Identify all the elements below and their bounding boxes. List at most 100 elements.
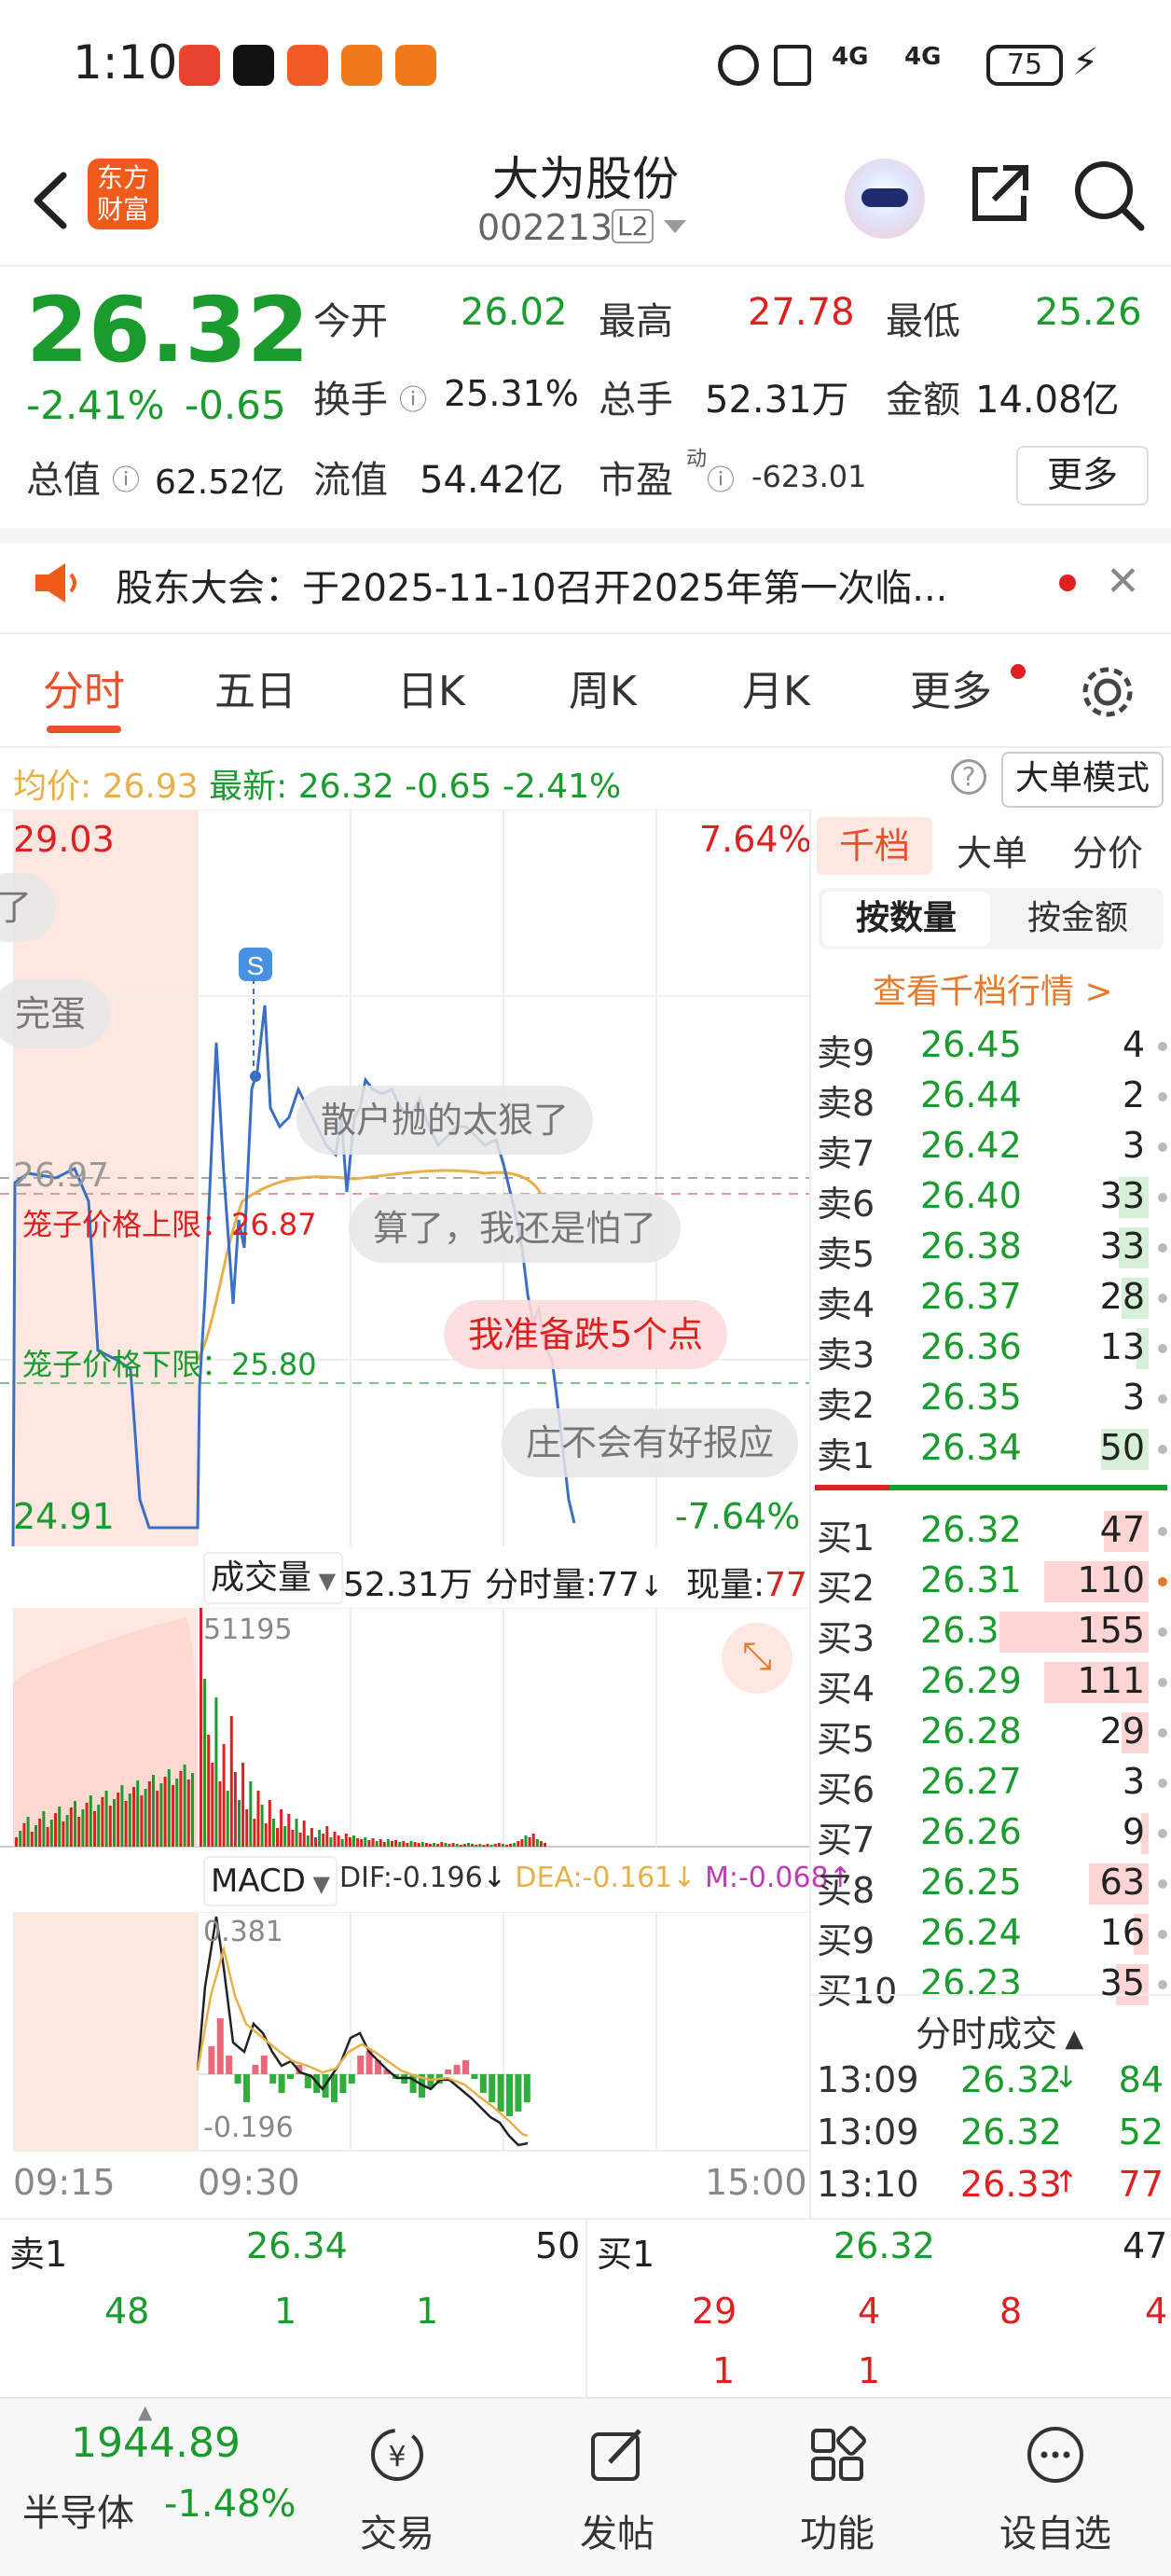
ask-level-row[interactable]: 卖3 26.36 13 [813,1323,1167,1376]
ask-level-row[interactable]: 卖7 26.42 3 [813,1121,1167,1174]
signal1-icon: 4G [832,43,869,71]
macd-bar [515,2074,522,2112]
info-icon[interactable]: ⓘ [399,377,427,418]
big-order-mode-button[interactable]: 大单模式 [1001,752,1164,808]
danmu-comment[interactable]: 散户抛的太狠了 [296,1086,594,1155]
tab-daily-k[interactable]: 日K [397,658,465,717]
ask-level-row[interactable]: 卖4 26.37 28 [813,1272,1167,1325]
notice-text[interactable]: 股东大会：于2025-11-10召开2025年第一次临... [116,558,947,612]
level1-buy-vol: 47 [1123,2225,1168,2266]
volume-chart[interactable] [0,1608,811,1850]
ask-level-row[interactable]: 卖8 26.44 2 [813,1071,1167,1124]
index-change[interactable]: -1.48% [164,2483,296,2526]
volume-bar [462,1844,466,1847]
more-button[interactable]: 更多 [1016,446,1149,506]
ask-level-row[interactable]: 卖9 26.45 4 [813,1020,1167,1073]
ask-level-label: 卖9 [817,1032,875,1073]
bid-level-row[interactable]: 买2 26.31 110 [813,1556,1167,1609]
volume-bar [62,1821,65,1847]
settings-button[interactable] [1080,664,1136,724]
bid-level-row[interactable]: 买5 26.28 29 [813,1707,1167,1760]
volume-bar [81,1809,85,1847]
volume-selector[interactable]: 成交量 ▼ [203,1552,344,1604]
tab-five-day[interactable]: 五日 [214,658,296,717]
level1-buy-price: 26.32 [833,2225,935,2266]
buy-queue-order: 1 [858,2350,881,2391]
danmu-comment[interactable]: 完蛋 [0,979,111,1048]
tab-price-distribution[interactable]: 分价 [1072,824,1143,876]
bid-level-row[interactable]: 买10 26.23 35 [813,1959,1167,2012]
tick-trades-title[interactable]: 分时成交 ▲ [916,2005,1083,2057]
share-button[interactable] [966,160,1033,231]
nav-trade[interactable]: ¥ 交易 [323,2399,472,2576]
subtab-by-amount[interactable]: 按金额 [996,892,1160,946]
nav-post[interactable]: 发帖 [543,2399,692,2576]
code-dropdown-icon[interactable] [664,220,686,233]
bid-level-row[interactable]: 买3 26.30 155 [813,1606,1167,1659]
bid-level-row[interactable]: 买7 26.26 9 [813,1807,1167,1861]
trade-volume: 77 [1118,2164,1164,2205]
tiktok-icon [233,45,274,86]
bid-level-volume: 29 [1099,1710,1145,1752]
tab-big-orders[interactable]: 大单 [957,824,1027,876]
speaker-icon [34,561,82,608]
view-thousand-levels-link[interactable]: 查看千档行情 > [873,964,1113,1013]
expand-icon[interactable]: ⤡ [722,1623,792,1694]
index-value[interactable]: 1944.89 [71,2419,241,2467]
tab-weekly-k[interactable]: 周K [569,658,637,717]
nav-functions[interactable]: 功能 [763,2399,912,2576]
trade-time: 13:10 [817,2164,919,2205]
back-button[interactable] [22,168,78,233]
volume-bar [531,1834,535,1847]
pe-dynamic-sup: 动 [686,448,708,471]
help-icon[interactable]: ? [951,759,986,795]
volume-bar [136,1780,140,1847]
tab-thousand-levels[interactable]: 千档 [817,817,932,875]
volume-bar [433,1843,436,1847]
volume-bar [249,1781,253,1847]
tab-more[interactable]: 更多 [910,658,992,717]
ask-level-row[interactable]: 卖1 26.34 50 [813,1423,1167,1476]
macd-bar [278,2074,285,2093]
nav-add-watchlist[interactable]: 设自选 [981,2399,1130,2576]
bid-level-row[interactable]: 买8 26.25 63 [813,1858,1167,1911]
bid-level-row[interactable]: 买4 26.29 111 [813,1656,1167,1710]
info-icon[interactable]: ⓘ [112,457,140,498]
assistant-robot-icon[interactable] [845,159,925,239]
info-icon[interactable]: ⓘ [707,457,735,498]
volume-bar [524,1835,528,1847]
volume-bar [497,1843,501,1847]
bid-level-row[interactable]: 买6 26.27 3 [813,1757,1167,1810]
danmu-comment[interactable]: 算了，我还是怕了 [349,1194,682,1263]
macd-selector[interactable]: MACD ▼ [203,1856,338,1906]
index-name[interactable]: 半导体 [22,2483,134,2537]
level2-badge[interactable]: L2 [612,209,654,243]
volume-bar [74,1801,76,1847]
buy-queue-order: 1 [712,2350,736,2391]
volume-bar [517,1841,520,1847]
bid-level-row[interactable]: 买1 26.32 47 [813,1505,1167,1558]
macd-bar [479,2074,487,2093]
volume-bar [509,1844,513,1847]
volume-bar [322,1834,325,1847]
tab-intraday[interactable]: 分时 [43,658,125,717]
macd-chart[interactable] [0,1912,811,2154]
search-button[interactable] [1072,159,1147,237]
close-icon[interactable]: ✕ [1106,558,1140,605]
volume-bar [260,1805,264,1847]
volume-bar [276,1828,279,1847]
danmu-comment-highlight[interactable]: 我准备跌5个点 [444,1300,728,1369]
ask-level-row[interactable]: 卖2 26.35 3 [813,1373,1167,1426]
volume-bar [475,1845,478,1847]
level1-sell-label: 卖1 [9,2234,68,2275]
tab-monthly-k[interactable]: 月K [742,658,810,717]
latest-value: 26.32 [297,768,394,806]
ask-level-row[interactable]: 卖6 26.40 33 [813,1171,1167,1225]
level-dot [1158,1930,1167,1939]
bid-level-row[interactable]: 买9 26.24 16 [813,1908,1167,1961]
danmu-comment[interactable]: 庄不会有好报应 [502,1408,799,1477]
level-dot [1158,1344,1167,1353]
subtab-by-quantity[interactable]: 按数量 [822,892,990,946]
turnover-label: 换手 [313,379,388,422]
ask-level-row[interactable]: 卖5 26.38 33 [813,1222,1167,1275]
